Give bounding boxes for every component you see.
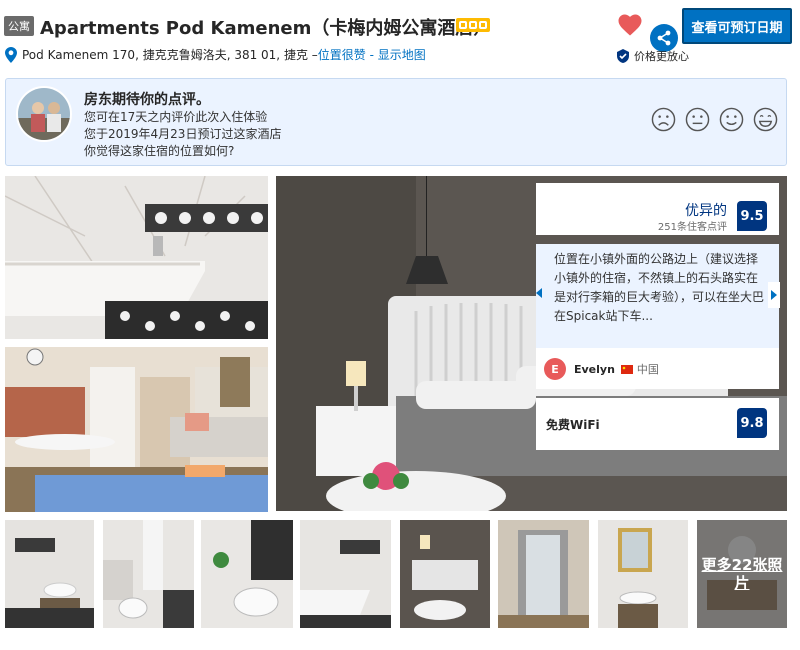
smile-face-icon[interactable] [719,107,744,132]
author-country: 中国 [636,363,659,376]
review-score-card[interactable]: 优异的 251条住客点评 9.5 [536,183,779,235]
featured-review-card: 位置在小镇外面的公路边上（建议选择小镇外的住宿，不然镇上的石头路实在是对行李箱的… [536,244,779,389]
property-header: 公寓 Apartments Pod Kamenem（卡梅内姆公寓酒店） Pod … [4,6,796,68]
check-badge-icon [617,49,629,63]
host-prompt-title: 房东期待你的点评。 [84,92,210,108]
property-type-badge: 公寓 [4,16,34,36]
very-happy-face-icon[interactable] [753,107,778,132]
map-pin-icon [5,46,17,63]
share-glyph-icon [657,30,671,46]
host-avatar [16,86,72,142]
property-page: 公寓 Apartments Pod Kamenem（卡梅内姆公寓酒店） Pod … [0,0,800,650]
location-question: 你觉得这家住宿的位置如何? [84,144,235,158]
author-avatar: E [544,358,566,380]
booking-date-text: 您于2019年4月23日预订过这家酒店 [84,127,282,141]
star-icon [479,21,487,29]
review-score-badge: 9.5 [737,201,767,231]
review-count: 251条住客点评 [657,222,727,233]
thumbnail-photo[interactable] [201,520,293,628]
thumbnail-photo[interactable] [598,520,688,628]
wifi-score-card: 免费WiFi 9.8 [536,398,779,450]
star-icon [459,21,467,29]
china-flag-icon [620,364,633,374]
map-separator: - [365,47,378,62]
wifi-score-badge: 9.8 [737,408,767,438]
more-photos-tile[interactable]: 更多22张照片 [697,520,787,628]
review-author: E Evelyn 中国 [544,358,659,380]
thumbnail-photo[interactable] [5,520,94,628]
score-rating-label: 优异的 [685,203,727,219]
hotel-name: Apartments Pod Kamenem（卡梅内姆公寓酒店） [40,18,492,39]
show-map-link[interactable]: 显示地图 [378,46,426,63]
very-sad-face-icon[interactable] [651,107,676,132]
previous-review-arrow-icon[interactable] [536,288,542,298]
review-deadline-text: 您可在17天之内评价此次入住体验 [84,110,268,124]
more-photos-label[interactable]: 更多22张照片 [697,520,787,628]
review-quote: 位置在小镇外面的公路边上（建议选择小镇外的住宿，不然镇上的石头路实在是对行李箱的… [536,244,779,348]
neutral-face-icon[interactable] [685,107,710,132]
thumbnail-photo[interactable] [300,520,391,628]
location-rating-link[interactable]: 位置很赞 [318,46,366,63]
heart-icon[interactable] [618,14,642,36]
wifi-label: 免费WiFi [546,418,600,432]
rating-faces [651,107,778,132]
check-availability-button[interactable]: 查看可预订日期 [682,8,792,44]
address-text: Pod Kamenem 170, 捷克克鲁姆洛夫, 381 01, 捷克 – [22,48,318,62]
thumbnail-photo[interactable] [400,520,490,628]
address-row: Pod Kamenem 170, 捷克克鲁姆洛夫, 381 01, 捷克 – 位… [4,46,426,63]
thumbnail-photo[interactable] [103,520,194,628]
price-guarantee-label: 价格更放心 [634,50,689,63]
living-room-photo[interactable] [5,347,268,512]
next-review-arrow-icon[interactable] [768,282,780,308]
star-icon [469,21,477,29]
price-guarantee[interactable]: 价格更放心 [616,48,689,64]
thumbnail-photo[interactable] [498,520,589,628]
host-review-prompt: 房东期待你的点评。 您可在17天之内评价此次入住体验 您于2019年4月23日预… [5,78,787,166]
star-rating [456,18,490,32]
bathroom-tub-photo[interactable] [5,176,268,339]
author-name: Evelyn [574,362,615,376]
